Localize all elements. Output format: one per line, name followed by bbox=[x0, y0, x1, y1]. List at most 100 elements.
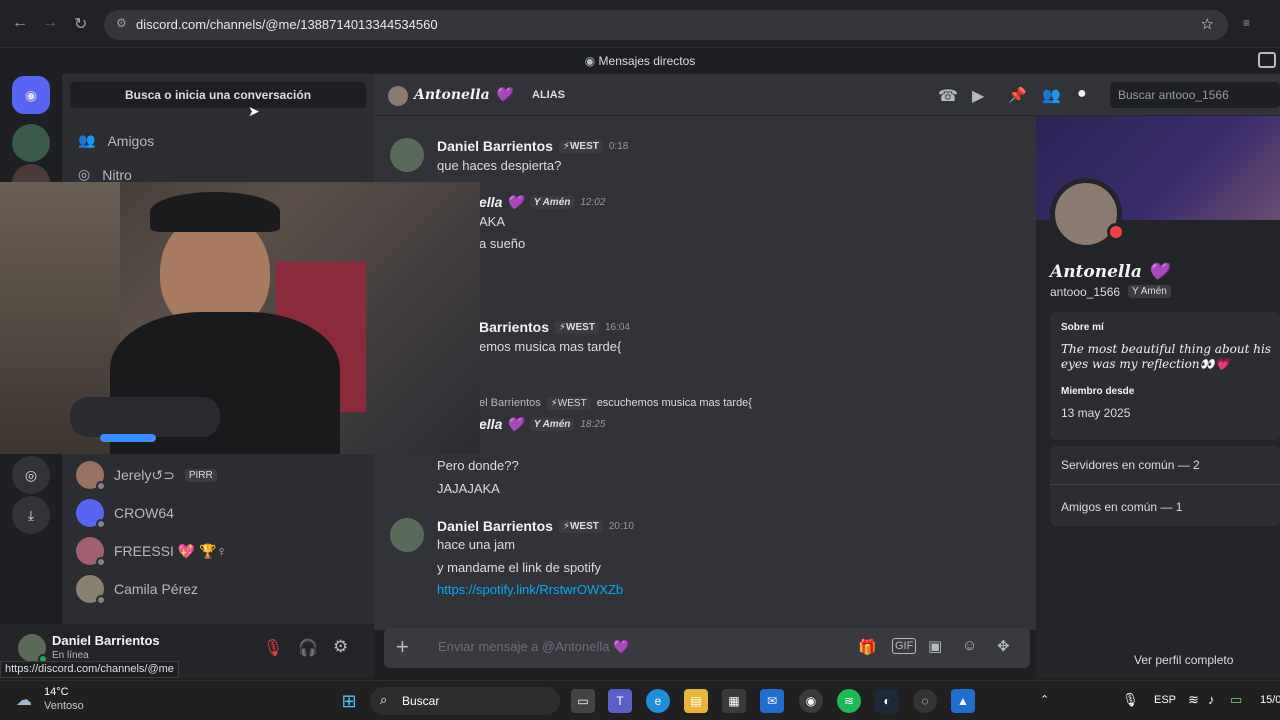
download-icon[interactable]: ⤓ bbox=[12, 496, 50, 534]
avatar[interactable] bbox=[390, 518, 424, 552]
voice-call-icon[interactable]: ☎ bbox=[938, 86, 958, 106]
author-name[interactable]: ella 💜 bbox=[479, 416, 524, 433]
about-title: Sobre mí bbox=[1061, 322, 1104, 333]
message-text: hace una jam bbox=[437, 537, 516, 552]
author-name[interactable]: Daniel Barrientos bbox=[437, 138, 553, 154]
emoji-icon[interactable]: ☺ bbox=[962, 637, 977, 654]
message-text: Pero donde?? bbox=[437, 458, 519, 473]
discord-home-button[interactable]: ◉ bbox=[12, 76, 50, 114]
obs-icon[interactable]: ◌ bbox=[913, 689, 937, 713]
message-text: a sueño bbox=[479, 236, 526, 251]
member-since-date: 13 may 2025 bbox=[1061, 406, 1131, 420]
task-view-icon[interactable]: ▭ bbox=[571, 689, 595, 713]
add-friends-icon[interactable]: 👥 bbox=[1042, 86, 1061, 104]
mic-muted-icon[interactable]: 🎙 bbox=[263, 638, 283, 658]
taskbar-search[interactable]: ⌕ Buscar bbox=[370, 687, 560, 715]
spotify-icon[interactable]: ≋ bbox=[837, 689, 861, 713]
mutual-servers[interactable]: Servidores en común — 2 bbox=[1061, 458, 1200, 472]
about-text: The most beautiful thing about his eyes … bbox=[1061, 342, 1271, 371]
author-tag: ⚡WEST bbox=[555, 320, 599, 334]
message-time: 16:04 bbox=[604, 321, 630, 333]
message-input[interactable]: Enviar mensaje a @Antonella 💜 bbox=[438, 639, 629, 655]
dm-item-name: Jerely↺⊃ bbox=[114, 466, 175, 483]
back-icon[interactable]: ← bbox=[12, 14, 28, 32]
wifi-icon[interactable]: ≋ bbox=[1188, 692, 1199, 708]
message-text: JAJAJAKA bbox=[437, 481, 500, 496]
mutual-friends[interactable]: Amigos en común — 1 bbox=[1061, 500, 1182, 514]
deafen-icon[interactable]: 🎧 bbox=[298, 638, 318, 658]
discord-icon: ◉ bbox=[584, 54, 596, 68]
pin-icon[interactable]: 📌 bbox=[1008, 86, 1027, 104]
url-text: discord.com/channels/@me/138871401334453… bbox=[136, 17, 438, 32]
teams-icon[interactable]: T bbox=[608, 689, 632, 713]
sidebar-item-friends[interactable]: 👥 Amigos bbox=[78, 132, 154, 149]
inbox-icon[interactable] bbox=[1258, 52, 1276, 68]
attach-plus-button[interactable]: + bbox=[396, 634, 409, 660]
windows-taskbar: ☁ 14°C Ventoso ⊞ ⌕ Buscar ▭ T e ▤ ▦ ✉ ◉ … bbox=[0, 680, 1280, 720]
sticker-icon[interactable]: ▣ bbox=[928, 637, 942, 655]
server-icon[interactable] bbox=[12, 124, 50, 162]
app-title-bar: ◉ Mensajes directos bbox=[0, 48, 1280, 74]
tray-chevron-icon[interactable]: ⌃ bbox=[1040, 693, 1049, 706]
weather-temp[interactable]: 14°C bbox=[44, 686, 69, 698]
author-name[interactable]: ella 💜 bbox=[479, 194, 524, 211]
message-text: que haces despierta? bbox=[437, 158, 562, 173]
alias-label: ALIAS bbox=[532, 89, 565, 101]
user-profile-icon[interactable]: ● bbox=[1077, 85, 1087, 103]
profile-panel: Antonella 💜 antooo_1566 Y Amén Sobre mí … bbox=[1036, 116, 1280, 678]
author-tag: ⚡WEST bbox=[558, 519, 603, 533]
message-time: 12:02 bbox=[580, 197, 606, 208]
view-full-profile-link[interactable]: Ver perfil completo bbox=[1134, 653, 1233, 667]
settings-gear-icon[interactable]: ⚙ bbox=[333, 637, 348, 657]
reply-preview[interactable]: el Barrientos ⚡WEST escuchemos musica ma… bbox=[479, 397, 752, 410]
avatar[interactable] bbox=[390, 138, 424, 172]
message-author: Daniel Barrientos ⚡WEST 20:10 bbox=[437, 518, 634, 534]
apps-icon[interactable]: ✥ bbox=[997, 637, 1010, 655]
avatar[interactable] bbox=[1050, 178, 1125, 250]
chat-recipient-name[interactable]: Antonella 💜 bbox=[414, 87, 512, 103]
file-explorer-icon[interactable]: ▤ bbox=[684, 689, 708, 713]
microphone-icon[interactable]: 🎙 bbox=[1122, 692, 1139, 708]
video-call-icon[interactable]: ▶ bbox=[972, 86, 984, 106]
dm-item[interactable]: FREESSI 💖 🏆♀ bbox=[76, 533, 366, 569]
dm-search-button[interactable]: Busca o inicia una conversación bbox=[70, 82, 366, 108]
edge-icon[interactable]: e bbox=[646, 689, 670, 713]
bookmark-star-icon[interactable]: ☆ bbox=[1201, 15, 1214, 33]
outlook-icon[interactable]: ✉ bbox=[760, 689, 784, 713]
reply-tag: ⚡WEST bbox=[546, 397, 591, 410]
message-composer: + Enviar mensaje a @Antonella 💜 🎁 GIF ▣ … bbox=[384, 628, 1030, 668]
forward-icon[interactable]: → bbox=[42, 14, 58, 32]
dm-item-name: CROW64 bbox=[114, 505, 174, 521]
app-icon[interactable]: ▲ bbox=[951, 689, 975, 713]
author-name[interactable]: Daniel Barrientos bbox=[437, 518, 553, 534]
windows-start-icon[interactable]: ⊞ bbox=[337, 689, 361, 713]
dm-item[interactable]: Camila Pérez bbox=[76, 571, 366, 607]
weather-desc: Ventoso bbox=[44, 700, 84, 712]
tab-search-icon[interactable]: ≡ bbox=[1243, 16, 1250, 30]
taskbar-search-label: Buscar bbox=[402, 694, 440, 708]
taskbar-date[interactable]: 15/0 bbox=[1260, 694, 1280, 706]
avatar[interactable] bbox=[18, 634, 48, 664]
weather-icon[interactable]: ☁ bbox=[16, 690, 32, 710]
store-icon[interactable]: ▦ bbox=[722, 689, 746, 713]
profile-username: antooo_1566 bbox=[1050, 285, 1121, 299]
author-tag: ⚡WEST bbox=[558, 139, 603, 153]
gif-icon[interactable]: GIF bbox=[892, 638, 917, 654]
spotify-link[interactable]: https://spotify.link/RrstwrOWXZb bbox=[437, 582, 623, 597]
author-name[interactable]: Barrientos bbox=[479, 319, 549, 335]
sidebar-item-nitro[interactable]: ◎ Nitro bbox=[78, 166, 132, 183]
friends-icon: 👥 bbox=[78, 132, 96, 148]
discover-icon[interactable]: ◎ bbox=[12, 456, 50, 494]
reload-icon[interactable]: ↻ bbox=[74, 14, 87, 34]
address-bar[interactable]: ⚙ discord.com/channels/@me/1388714013344… bbox=[104, 10, 1228, 40]
site-settings-icon[interactable]: ⚙ bbox=[116, 16, 127, 30]
dm-item[interactable]: CROW64 bbox=[76, 495, 366, 531]
chrome-icon[interactable]: ◉ bbox=[799, 689, 823, 713]
volume-icon[interactable]: ♪ bbox=[1208, 692, 1215, 707]
battery-icon[interactable]: ▭ bbox=[1230, 692, 1242, 708]
search-input[interactable]: Buscar antooo_1566 bbox=[1110, 82, 1280, 108]
gift-icon[interactable]: 🎁 bbox=[858, 638, 877, 656]
dm-item[interactable]: Jerely↺⊃ PIRR bbox=[76, 457, 366, 493]
language-indicator[interactable]: ESP bbox=[1154, 694, 1176, 706]
steam-icon[interactable]: ◐ bbox=[875, 689, 899, 713]
